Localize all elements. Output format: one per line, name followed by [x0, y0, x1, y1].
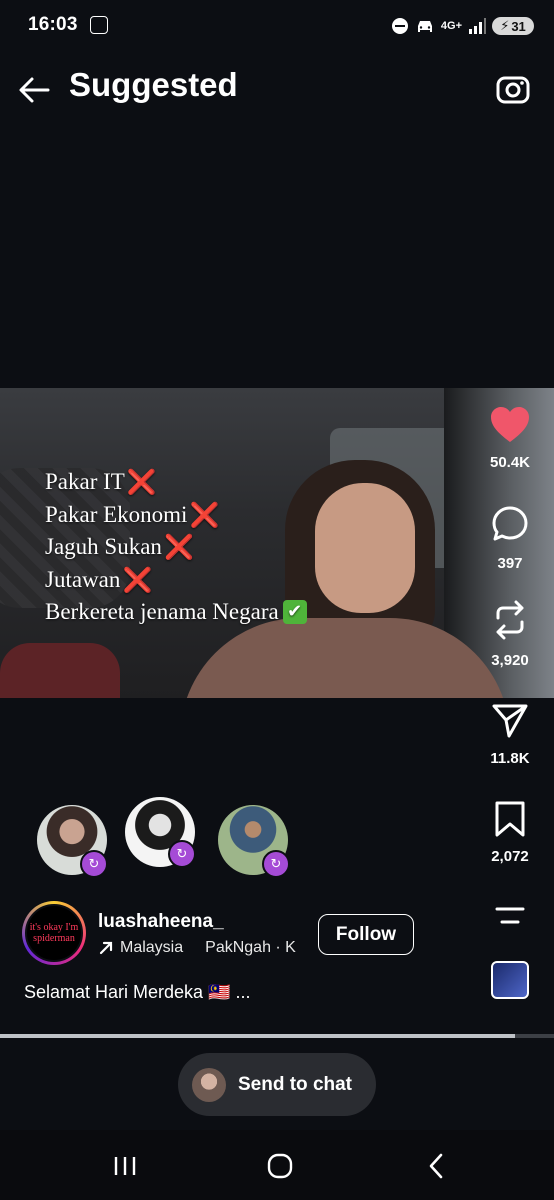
arrow-up-right-icon — [99, 941, 113, 955]
network-type: 4G+ — [440, 20, 462, 32]
comment-icon — [492, 506, 528, 541]
check-mark-icon: ✔ — [282, 600, 307, 625]
overlay-line: Jutawan ❌ — [45, 565, 153, 594]
home-icon[interactable] — [260, 1146, 300, 1186]
reel-video[interactable]: Pakar IT ❌ Pakar Ekonomi ❌ Jaguh Sukan ❌ Ju… — [0, 388, 554, 698]
follow-button[interactable]: Follow — [318, 914, 414, 955]
status-icons: 4G+ ⚡ 31 — [391, 14, 534, 38]
share-button[interactable]: 11.8K — [472, 702, 548, 767]
repost-count: 3,920 — [491, 652, 529, 669]
avatar — [192, 1067, 226, 1102]
recent-apps-icon[interactable] — [105, 1146, 145, 1186]
comment-count: 397 — [497, 555, 523, 572]
battery-level: 31 — [511, 18, 526, 34]
cross-mark-icon: ❌ — [189, 500, 220, 529]
overlay-line: Pakar IT ❌ — [45, 468, 157, 496]
more-menu-icon[interactable] — [494, 905, 526, 927]
save-button[interactable]: 2,072 — [472, 800, 548, 865]
overlay-line: Jaguh Sukan ❌ — [45, 533, 194, 561]
send-icon — [492, 704, 528, 738]
reel-badge-icon: ↻ — [262, 850, 290, 878]
share-count: 11.8K — [490, 750, 530, 767]
cross-mark-icon: ❌ — [163, 533, 194, 561]
battery-charging-icon: ⚡ 31 — [492, 17, 534, 35]
do-not-disturb-icon — [391, 18, 408, 34]
location-label[interactable]: Malaysia — [120, 939, 183, 957]
repost-button[interactable]: 3,920 — [472, 600, 548, 669]
video-progress[interactable] — [0, 1034, 554, 1038]
like-count: 50.4K — [489, 454, 531, 471]
reel-badge-icon: ↻ — [168, 840, 196, 868]
signal-icon — [469, 18, 486, 34]
like-button[interactable]: 50.4K — [472, 406, 548, 471]
account-username[interactable]: luashaheena_ — [98, 911, 224, 933]
car-seat-red — [0, 643, 120, 698]
overlay-line: Berkereta jenama Negara ✔ — [45, 596, 307, 629]
reel-badge-icon: ↻ — [80, 850, 108, 878]
heart-icon — [491, 407, 529, 442]
camera-icon[interactable] — [494, 70, 532, 108]
audio-thumbnail[interactable] — [491, 961, 529, 999]
send-to-chat-label: Send to chat — [238, 1073, 353, 1095]
comment-button[interactable]: 397 — [472, 505, 548, 572]
status-time: 16:03 — [28, 14, 78, 35]
overlay-line: Pakar Ekonomi ❌ — [45, 500, 220, 529]
repost-icon — [496, 600, 524, 640]
person-face — [315, 483, 415, 613]
post-caption[interactable]: Selamat Hari Merdeka 🇲🇾 ... — [24, 982, 251, 1003]
account-meta: Malaysia PakNgah · K — [98, 939, 303, 957]
save-count: 2,072 — [491, 848, 529, 865]
touch-n-go-icon — [90, 16, 108, 34]
back-icon[interactable] — [416, 1146, 456, 1186]
account-avatar[interactable]: it's okay I'm spiderman — [22, 901, 86, 965]
cross-mark-icon: ❌ — [126, 468, 157, 496]
bookmark-icon — [495, 801, 525, 837]
video-progress-fill — [0, 1034, 516, 1038]
cross-mark-icon: ❌ — [122, 565, 153, 594]
send-to-chat-button[interactable]: Send to chat — [178, 1053, 376, 1116]
page-title: Suggested — [69, 66, 238, 103]
audio-label[interactable]: PakNgah · K — [205, 939, 296, 957]
arrow-left-icon[interactable] — [14, 70, 54, 110]
car-mode-icon — [417, 21, 432, 32]
video-overlay-text: Pakar IT ❌ Pakar Ekonomi ❌ Jaguh Sukan ❌ Ju… — [45, 466, 307, 629]
